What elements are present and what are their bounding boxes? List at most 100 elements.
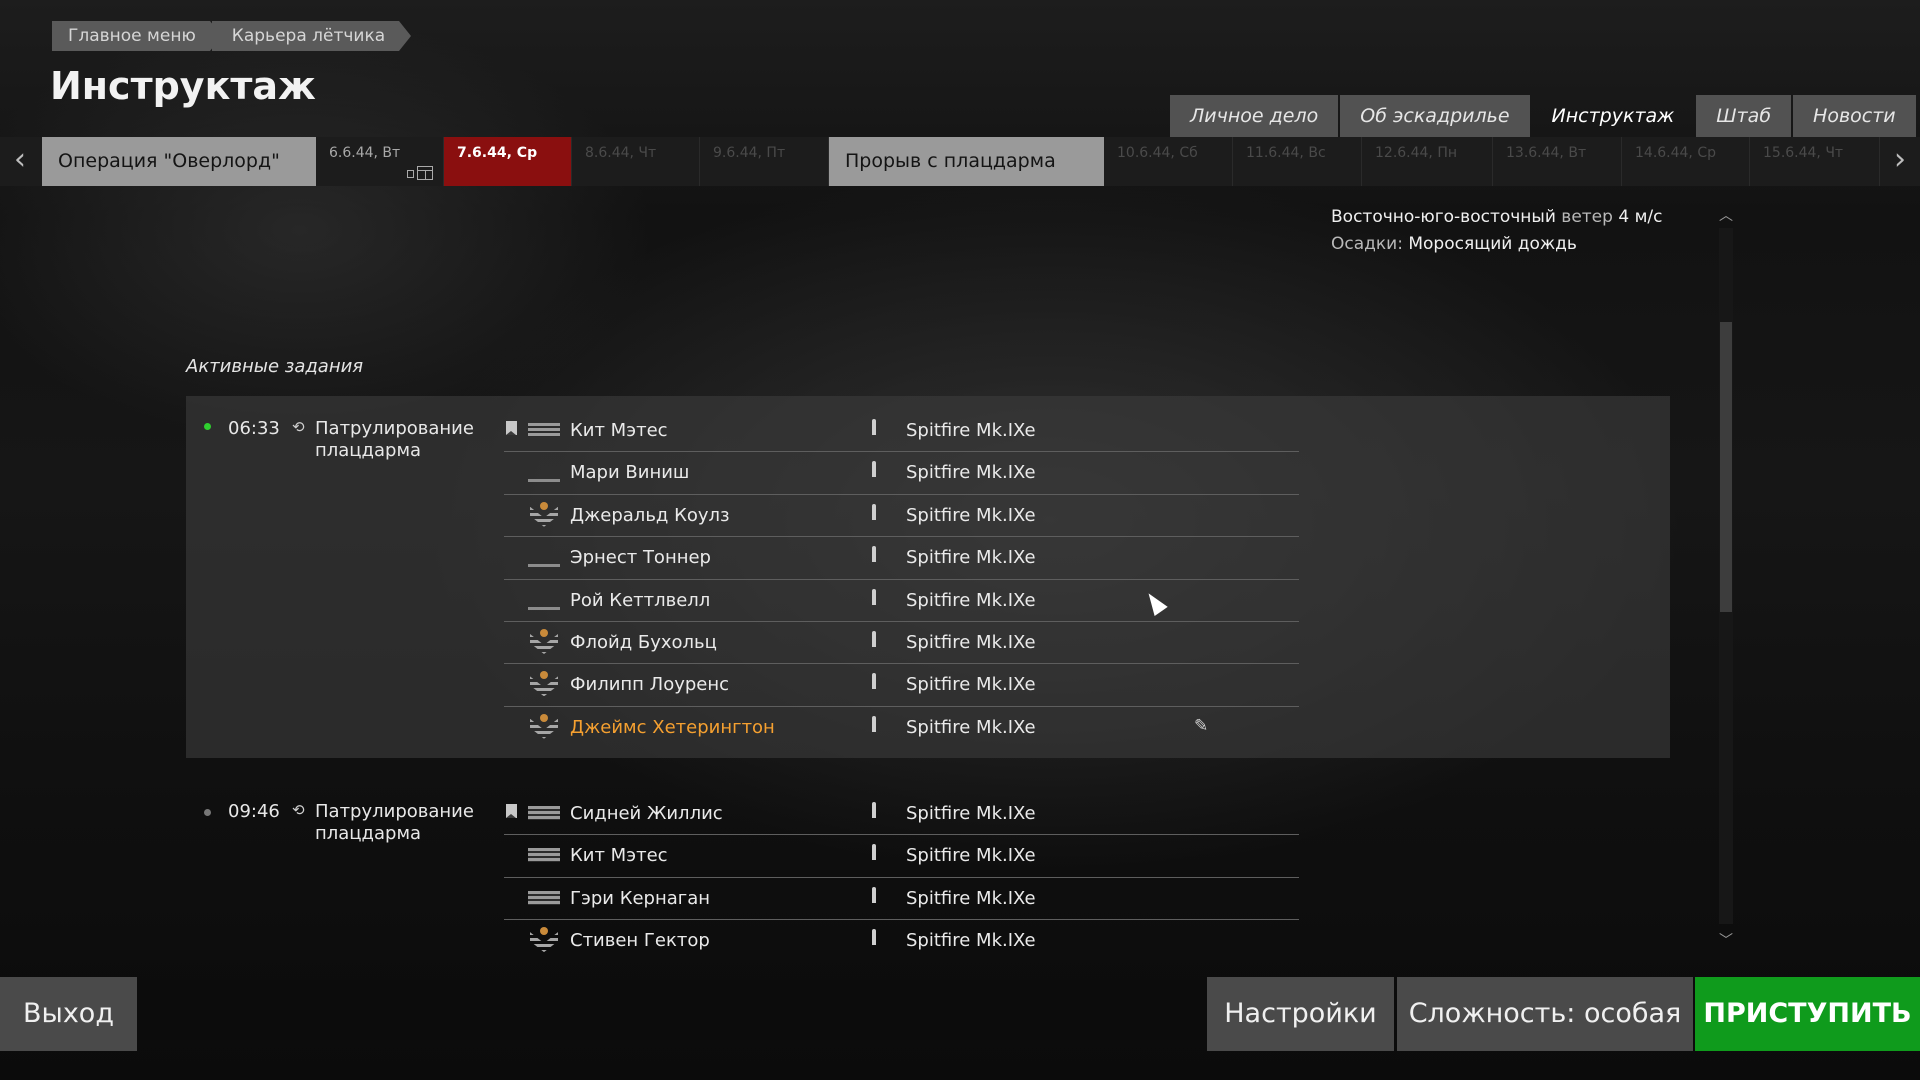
mission-card[interactable]: 06:33 ⟲ Патрулирование плацдарма Кит Мэт… [186, 396, 1670, 758]
tab-bar: Личное дело Об эскадрилье Инструктаж Шта… [1170, 95, 1916, 137]
pilot-name: Мари Виниш [570, 462, 690, 484]
aircraft-name: Spitfire Mk.IXe [906, 631, 1036, 653]
difficulty-button[interactable]: Сложность: особая [1397, 977, 1693, 1051]
calendar-icon[interactable] [417, 166, 433, 180]
page-title: Инструктаж [50, 64, 316, 108]
patrol-mission-icon: ⟲ [292, 418, 305, 436]
tab-squadron[interactable]: Об эскадрилье [1340, 95, 1530, 137]
pilot-row[interactable]: Рой Кеттлвелл Spitfire Mk.IXe [504, 580, 1299, 622]
tab-news[interactable]: Новости [1793, 95, 1916, 137]
settings-button[interactable]: Настройки [1207, 977, 1394, 1051]
calendar-small-icon [407, 170, 414, 178]
mission-name: Патрулирование плацдарма [315, 418, 474, 461]
operation-breakout[interactable]: Прорыв с плацдарма [829, 137, 1104, 186]
date-7-6-44[interactable]: 7.6.44, Ср [444, 137, 572, 186]
wind-direction: Восточно-юго-восточный [1331, 207, 1556, 227]
pilot-name: Эрнест Тоннер [570, 547, 711, 569]
wind-label: ветер [1561, 207, 1613, 227]
rank-bar-icon [528, 479, 560, 483]
pilot-row[interactable]: Сидней Жиллис Spitfire Mk.IXe [504, 793, 1299, 836]
scroll-down-icon[interactable]: ﹀ [1718, 930, 1734, 950]
pilot-row[interactable]: Джеральд Коулз Spitfire Mk.IXe [504, 495, 1299, 538]
precipitation-value: Моросящий дождь [1408, 234, 1577, 254]
tab-hq[interactable]: Штаб [1696, 95, 1792, 137]
bomb-loadout-icon [872, 802, 876, 818]
rank-chevron-icon [528, 628, 560, 656]
bomb-loadout-icon [872, 546, 876, 563]
aircraft-name: Spitfire Mk.IXe [906, 674, 1036, 696]
date-14-6-44[interactable]: 14.6.44, Ср [1622, 137, 1750, 186]
bomb-loadout-icon [872, 503, 876, 520]
rank-chevron-icon [528, 671, 560, 698]
mission-card[interactable]: 09:46 ⟲ Патрулирование плацдарма Сидней … [186, 779, 1670, 959]
pilot-row[interactable]: Флойд Бухольц Spitfire Mk.IXe [504, 622, 1299, 665]
aircraft-name: Spitfire Mk.IXe [906, 716, 1036, 738]
pilot-list: Кит Мэтес Spitfire Mk.IXe Мари Виниш Spi… [504, 410, 1299, 749]
bomb-loadout-icon [872, 673, 876, 690]
date-bar: ‹ Операция "Оверлорд" 6.6.44, Вт 7.6.44,… [0, 137, 1920, 186]
pilot-row[interactable]: Кит Мэтес Spitfire Mk.IXe [504, 410, 1299, 453]
breadcrumb-main-menu[interactable]: Главное меню [52, 21, 222, 51]
date-15-6-44[interactable]: 15.6.44, Чт [1750, 137, 1880, 186]
date-8-6-44[interactable]: 8.6.44, Чт [572, 137, 700, 186]
pilot-row[interactable]: Кит Мэтес Spitfire Mk.IXe [504, 835, 1299, 878]
mission-time: 06:33 [228, 418, 280, 439]
aircraft-name: Spitfire Mk.IXe [906, 930, 1036, 952]
date-6-6-44[interactable]: 6.6.44, Вт [316, 137, 444, 186]
bomb-loadout-icon [872, 929, 876, 946]
breadcrumb-pilot-career[interactable]: Карьера лётчика [211, 21, 412, 51]
bomb-loadout-icon [872, 886, 876, 903]
wind-line: Восточно-юго-восточный ветер 4 м/с [1331, 204, 1662, 231]
date-11-6-44[interactable]: 11.6.44, Вс [1233, 137, 1362, 186]
precipitation-label: Осадки: [1331, 234, 1403, 254]
aircraft-name: Spitfire Mk.IXe [906, 462, 1036, 484]
pilot-name: Флойд Бухольц [570, 631, 717, 653]
aircraft-name: Spitfire Mk.IXe [906, 845, 1036, 867]
pilot-name: Филипп Лоуренс [570, 674, 730, 696]
pilot-row[interactable]: Мари Виниш Spitfire Mk.IXe [504, 452, 1299, 495]
rank-chevron-icon [528, 927, 560, 954]
aircraft-name: Spitfire Mk.IXe [906, 887, 1036, 909]
wind-speed: 4 м/с [1618, 207, 1663, 227]
mission-name: Патрулирование плацдарма [315, 801, 474, 844]
bomb-loadout-icon [872, 630, 876, 647]
pilot-name: Стивен Гектор [570, 930, 710, 952]
wrench-icon[interactable]: ✎ [1194, 716, 1208, 736]
start-button[interactable]: ПРИСТУПИТЬ [1695, 977, 1920, 1051]
pilot-name: Кит Мэтес [570, 845, 668, 867]
tab-briefing[interactable]: Инструктаж [1532, 95, 1695, 137]
aircraft-name: Spitfire Mk.IXe [906, 420, 1036, 441]
date-9-6-44[interactable]: 9.6.44, Пт [700, 137, 829, 186]
date-label: 6.6.44, Вт [329, 145, 401, 161]
aircraft-name: Spitfire Mk.IXe [906, 504, 1036, 526]
tab-personal-file[interactable]: Личное дело [1170, 95, 1339, 137]
pilot-name: Джеймс Хетерингтон [570, 716, 775, 738]
scroll-up-icon[interactable]: ︿ [1718, 205, 1734, 225]
rank-bar-icon [528, 564, 560, 568]
patrol-mission-icon: ⟲ [292, 801, 305, 819]
pilot-row[interactable]: Эрнест Тоннер Spitfire Mk.IXe [504, 537, 1299, 580]
pilot-row[interactable]: Гэри Кернаган Spitfire Mk.IXe [504, 878, 1299, 921]
rank-chevron-icon [528, 501, 560, 529]
pilot-row[interactable]: Филипп Лоуренс Spitfire Mk.IXe [504, 664, 1299, 707]
bomb-loadout-icon [872, 588, 876, 605]
operation-overlord[interactable]: Операция "Оверлорд" [42, 137, 316, 186]
bomb-loadout-icon [872, 715, 876, 732]
rank-bars-icon [528, 423, 560, 437]
exit-button[interactable]: Выход [0, 977, 137, 1051]
bomb-loadout-icon [872, 419, 876, 435]
pilot-row-player[interactable]: Джеймс Хетерингтон Spitfire Mk.IXe ✎ [504, 707, 1299, 749]
aircraft-name: Spitfire Mk.IXe [906, 589, 1036, 611]
pilot-row[interactable]: Стивен Гектор Spitfire Mk.IXe [504, 920, 1299, 962]
rank-bars-icon [528, 890, 560, 905]
scrollbar-thumb[interactable] [1720, 322, 1732, 612]
mission-time: 09:46 [228, 801, 280, 822]
chevron-left-icon[interactable]: ‹ [0, 137, 40, 186]
date-10-6-44[interactable]: 10.6.44, Сб [1104, 137, 1233, 186]
date-12-6-44[interactable]: 12.6.44, Пн [1362, 137, 1493, 186]
date-13-6-44[interactable]: 13.6.44, Вт [1493, 137, 1622, 186]
pilot-name: Рой Кеттлвелл [570, 589, 711, 611]
bomb-loadout-icon [872, 461, 876, 478]
aircraft-name: Spitfire Mk.IXe [906, 547, 1036, 569]
chevron-right-icon[interactable]: › [1880, 137, 1920, 186]
